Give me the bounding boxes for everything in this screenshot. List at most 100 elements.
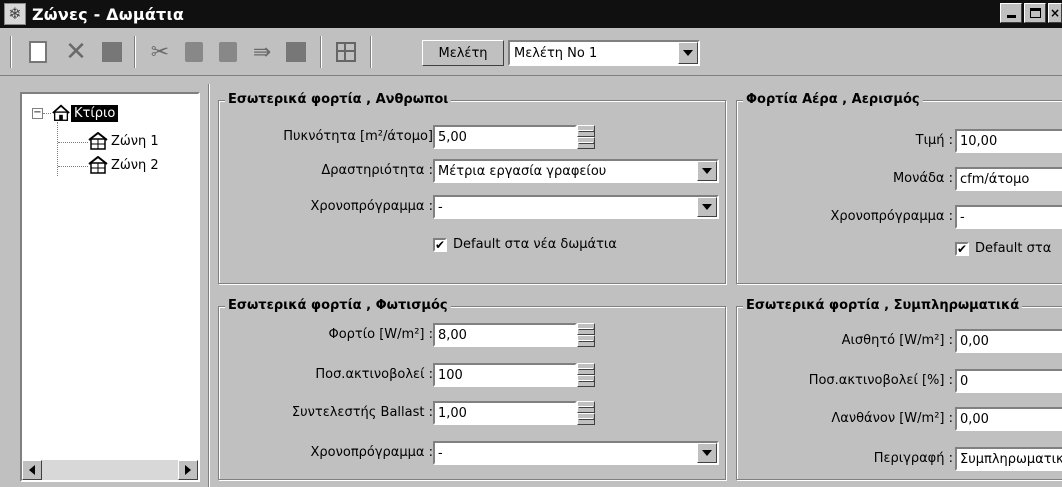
new-document-icon [29, 41, 47, 63]
table-button[interactable] [332, 38, 360, 66]
lighting-loads-group: Εσωτερικά φορτία , Φωτισμός Φορτίο [W/m²… [218, 298, 726, 480]
spin-up-button[interactable] [577, 363, 595, 375]
activity-select-value: Μέτρια εργασία γραφείου [438, 163, 607, 179]
close-button[interactable]: × [1048, 3, 1062, 23]
chevron-up-icon [578, 368, 594, 370]
toolbar: ✕ ✂ ⇛ Μελέτη Μελέτη No 1 [0, 28, 1062, 76]
toolbar-separator [134, 36, 136, 68]
chevron-down-icon [702, 168, 712, 174]
latent-label: Λανθάνον [W/m²] : [831, 411, 953, 426]
spin-up-button[interactable] [577, 125, 595, 137]
properties-button[interactable] [282, 38, 310, 66]
tree-item-zone-1[interactable]: Ζώνη 1 [88, 132, 162, 150]
people-schedule-select[interactable]: - [433, 195, 719, 219]
lighting-radiant-input[interactable]: 100 [433, 363, 577, 387]
toolbar-separator [10, 36, 12, 68]
air-value-input[interactable]: 10,00 [955, 129, 1062, 153]
group-title: Εσωτερικά φορτία , Φωτισμός [225, 298, 451, 313]
spin-up-button[interactable] [577, 323, 595, 335]
checkmark-icon[interactable]: ✔ [433, 237, 447, 252]
ballast-spinner[interactable] [577, 401, 595, 425]
lighting-load-label: Φορτίο [W/m²] : [328, 327, 433, 342]
title-bar[interactable]: ❄ Ζώνες - Δωμάτια × [0, 0, 1062, 28]
ballast-input[interactable]: 1,00 [433, 401, 577, 425]
density-spinner[interactable] [577, 125, 595, 149]
group-title: Φορτία Αέρα , Αερισμός [743, 92, 923, 107]
description-label: Περιγραφή : [873, 451, 953, 466]
schedule-dropdown-button[interactable] [697, 197, 717, 217]
study-dropdown-button[interactable] [678, 42, 698, 64]
new-button[interactable] [24, 38, 52, 66]
save-button[interactable] [98, 38, 126, 66]
maximize-button[interactable] [1024, 3, 1046, 23]
group-title: Εσωτερικά φορτία , Ανθρωποι [225, 92, 452, 107]
tree-root-label: Κτίριο [71, 104, 119, 122]
scroll-track[interactable] [42, 460, 178, 480]
checkbox-label: Default στα νέα δωμάτια [453, 237, 617, 252]
activity-dropdown-button[interactable] [697, 161, 717, 181]
table-icon [336, 42, 356, 62]
unit-label: Μονάδα : [892, 171, 953, 186]
window-title: Ζώνες - Δωμάτια [32, 4, 185, 24]
minimize-button[interactable] [1000, 3, 1022, 23]
air-schedule-select[interactable]: - [955, 205, 1062, 229]
air-unit-select[interactable]: cfm/άτομο [955, 167, 1062, 191]
delete-button[interactable]: ✕ [62, 37, 90, 67]
description-input[interactable]: Συμπληρωματικά [955, 447, 1062, 471]
density-label: Πυκνότητα [m²/άτομο] [283, 129, 433, 144]
chevron-down-icon [702, 204, 712, 210]
lighting-load-input[interactable]: 8,00 [433, 323, 577, 347]
spin-up-button[interactable] [577, 401, 595, 413]
density-input[interactable]: 5,00 [433, 125, 577, 149]
latent-input[interactable]: 0,00 [955, 407, 1062, 431]
zones-rooms-window: ❄ Ζώνες - Δωμάτια × ✕ ✂ ⇛ Μελέτη Μελέτη … [0, 0, 1062, 487]
schedule-dropdown-button[interactable] [697, 443, 717, 463]
schedule-select-value: - [438, 445, 443, 461]
paste-button[interactable] [214, 38, 242, 66]
chevron-down-icon [578, 340, 594, 342]
scroll-left-button[interactable] [22, 460, 42, 480]
activity-select[interactable]: Μέτρια εργασία γραφείου [433, 159, 719, 183]
properties-icon [286, 42, 306, 62]
checkmark-icon[interactable]: ✔ [955, 241, 969, 256]
zone-icon [88, 132, 108, 150]
paste-icon [219, 42, 237, 62]
people-default-checkbox[interactable]: ✔ Default στα νέα δωμάτια [433, 237, 617, 252]
lighting-load-spinner[interactable] [577, 323, 595, 347]
value-label: Τιμή : [915, 133, 953, 148]
study-button[interactable]: Μελέτη [422, 40, 504, 66]
radiant-label: Ποσ.ακτινοβολεί [%] : [808, 373, 953, 388]
tree-root-item[interactable]: − Κτίριο [32, 104, 119, 122]
collapse-icon[interactable]: − [32, 107, 43, 119]
toolbar-separator [370, 36, 372, 68]
building-tree[interactable]: − Κτίριο Ζώνη 1 Ζώνη 2 [20, 92, 200, 482]
tree-item-zone-2[interactable]: Ζώνη 2 [88, 156, 162, 174]
schedule-label: Χρονοπρόγραμμα : [310, 445, 434, 460]
schedule-label: Χρονοπρόγραμμα : [830, 209, 954, 224]
extra-radiant-input[interactable]: 0 [955, 369, 1062, 393]
scroll-right-button[interactable] [178, 460, 198, 480]
move-button[interactable]: ⇛ [248, 38, 276, 66]
supplementary-loads-group: Εσωτερικά φορτία , Συμπληρωματικά Αισθητ… [736, 298, 1062, 480]
spin-down-button[interactable] [577, 375, 595, 387]
spin-down-button[interactable] [577, 137, 595, 149]
air-ventilation-group: Φορτία Αέρα , Αερισμός Τιμή : 10,00 Μονά… [736, 92, 1062, 284]
air-default-checkbox[interactable]: ✔ Default στα [955, 241, 1051, 256]
pane-divider[interactable] [208, 84, 210, 487]
checkbox-label: Default στα [975, 241, 1052, 256]
cut-button[interactable]: ✂ [146, 38, 174, 66]
lighting-schedule-select[interactable]: - [433, 441, 719, 465]
tree-horizontal-scrollbar[interactable] [22, 460, 198, 480]
study-select-value: Μελέτη No 1 [514, 45, 598, 61]
study-select[interactable]: Μελέτη No 1 [508, 40, 700, 66]
sensible-label: Αισθητό [W/m²] : [841, 333, 953, 348]
toolbar-separator [320, 36, 322, 68]
spin-down-button[interactable] [577, 335, 595, 347]
maximize-icon [1029, 8, 1041, 18]
arrow-right-icon: ⇛ [252, 39, 272, 65]
copy-button[interactable] [180, 38, 208, 66]
sensible-input[interactable]: 0,00 [955, 329, 1062, 353]
lighting-radiant-spinner[interactable] [577, 363, 595, 387]
chevron-down-icon [683, 50, 693, 56]
spin-down-button[interactable] [577, 413, 595, 425]
